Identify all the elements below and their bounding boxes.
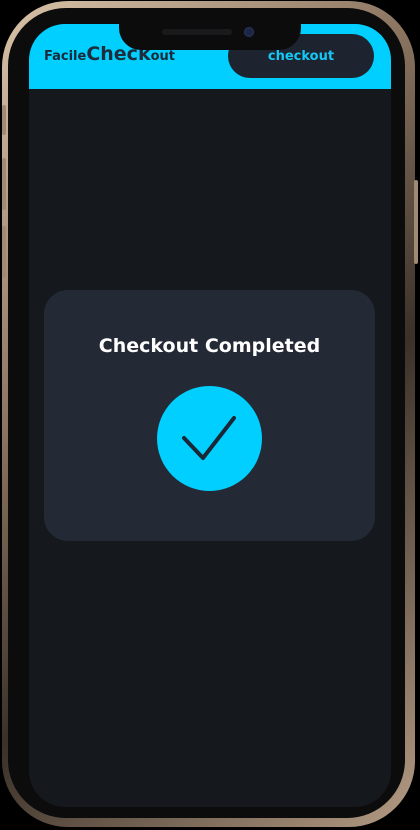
speaker-grille	[162, 29, 232, 35]
logo-suffix: out	[150, 49, 175, 64]
front-camera	[244, 27, 254, 37]
notch	[119, 22, 301, 50]
checkmark-icon	[182, 416, 236, 460]
card-title: Checkout Completed	[98, 335, 321, 357]
success-badge	[157, 386, 262, 491]
logo-prefix: Facile	[44, 49, 87, 64]
silent-switch	[2, 105, 6, 135]
power-button	[414, 180, 418, 264]
phone-device: FacileCheckout checkout Checkout Complet…	[0, 0, 420, 830]
app-screen: FacileCheckout checkout Checkout Complet…	[29, 24, 391, 807]
checkout-button-label: checkout	[267, 48, 335, 64]
volume-down-button	[2, 226, 6, 278]
checkout-complete-card: Checkout Completed	[44, 290, 375, 541]
volume-up-button	[2, 158, 6, 210]
